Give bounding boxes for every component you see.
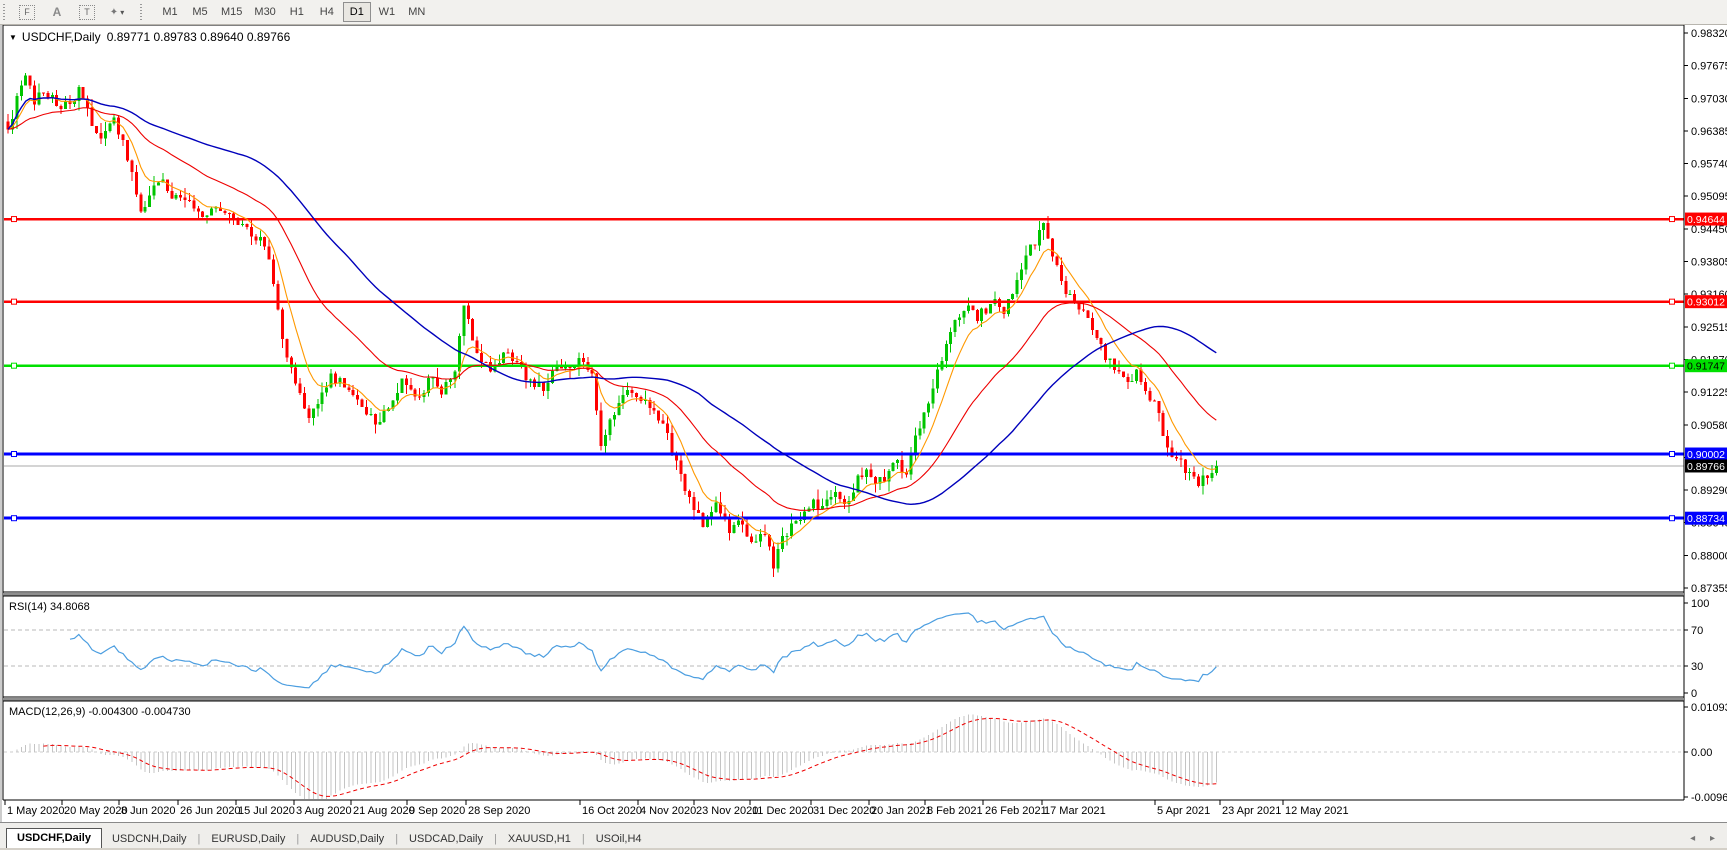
dropdown-caret-icon: ▾: [120, 8, 124, 17]
svg-text:23 Apr 2021: 23 Apr 2021: [1222, 805, 1281, 817]
svg-text:28 Sep 2020: 28 Sep 2020: [468, 805, 530, 817]
svg-text:0.91225: 0.91225: [1691, 387, 1727, 399]
symbol-tabs: USDCHF,DailyUSDCNH,Daily|EURUSD,Daily|AU…: [0, 828, 652, 849]
svg-text:17 Mar 2021: 17 Mar 2021: [1044, 805, 1106, 817]
toolbar-grip2-icon[interactable]: [140, 4, 145, 20]
svg-text:100: 100: [1691, 598, 1709, 610]
timeframe-button-m1[interactable]: M1: [156, 2, 184, 22]
svg-text:0.94644: 0.94644: [1687, 214, 1725, 226]
tab-usdchf-daily[interactable]: USDCHF,Daily: [6, 828, 102, 849]
ohlc-values: 0.89771 0.89783 0.89640 0.89766: [107, 30, 291, 44]
symbol-dropdown-icon[interactable]: ▼: [9, 33, 17, 42]
tab-audusd-daily[interactable]: AUDUSD,Daily: [300, 830, 394, 849]
timeframe-button-m30[interactable]: M30: [249, 2, 280, 22]
svg-text:12 May 2021: 12 May 2021: [1285, 805, 1349, 817]
svg-text:11 Dec 2020: 11 Dec 2020: [752, 805, 814, 817]
svg-text:0.97030: 0.97030: [1691, 93, 1727, 105]
svg-text:0.92515: 0.92515: [1691, 322, 1727, 334]
macd-label: MACD(12,26,9) -0.004300 -0.004730: [9, 706, 191, 718]
tab-eurusd-daily[interactable]: EURUSD,Daily: [201, 830, 295, 849]
tab-usdcad-daily[interactable]: USDCAD,Daily: [399, 830, 493, 849]
svg-text:0.010933: 0.010933: [1691, 702, 1727, 714]
svg-text:8 Feb 2021: 8 Feb 2021: [927, 805, 983, 817]
svg-text:0.93805: 0.93805: [1691, 257, 1727, 269]
timeframe-button-h4[interactable]: H4: [313, 2, 341, 22]
svg-text:0.90580: 0.90580: [1691, 420, 1727, 432]
svg-text:0.97675: 0.97675: [1691, 61, 1727, 73]
timeframe-button-m15[interactable]: M15: [216, 2, 247, 22]
svg-text:0.89290: 0.89290: [1691, 485, 1727, 497]
timeframe-button-m5[interactable]: M5: [186, 2, 214, 22]
chart-title[interactable]: ▼ USDCHF,Daily 0.89771 0.89783 0.89640 0.…: [9, 30, 290, 44]
tab-scroll: ◂ ▸: [1684, 833, 1721, 844]
svg-text:-0.009653: -0.009653: [1691, 792, 1727, 804]
svg-text:0.90002: 0.90002: [1687, 449, 1725, 461]
svg-text:0.89766: 0.89766: [1687, 461, 1725, 473]
symbol-label: USDCHF,Daily: [22, 30, 101, 44]
svg-text:0: 0: [1691, 688, 1697, 700]
svg-text:0.93012: 0.93012: [1687, 297, 1725, 309]
svg-text:0.87355: 0.87355: [1691, 583, 1727, 595]
font-a-icon[interactable]: A: [43, 2, 71, 22]
timeframe-button-d1[interactable]: D1: [343, 2, 371, 22]
svg-text:1 May 2020: 1 May 2020: [7, 805, 64, 817]
symbol-tabbar: USDCHF,DailyUSDCNH,Daily|EURUSD,Daily|AU…: [0, 822, 1727, 849]
mt4-window: 0.98320 0.97675 0.97030 0.96385 0.95740 0.950…: [0, 0, 1727, 850]
svg-text:15 Jul 2020: 15 Jul 2020: [238, 805, 295, 817]
main-toolbar: F A T ✦▾ M1M5M15M30H1H4D1W1MN: [0, 0, 1727, 25]
fibonacci-grid-icon[interactable]: F: [13, 2, 41, 22]
svg-text:0.96385: 0.96385: [1691, 126, 1727, 138]
svg-text:20 May 2020: 20 May 2020: [64, 805, 128, 817]
svg-text:20 Jan 2021: 20 Jan 2021: [871, 805, 932, 817]
arrow-style-icon[interactable]: ✦▾: [103, 2, 131, 22]
svg-text:0.88734: 0.88734: [1687, 513, 1725, 525]
timeframe-button-h1[interactable]: H1: [283, 2, 311, 22]
svg-text:16 Oct 2020: 16 Oct 2020: [582, 805, 642, 817]
svg-text:3 Aug 2020: 3 Aug 2020: [296, 805, 352, 817]
svg-text:26 Feb 2021: 26 Feb 2021: [985, 805, 1047, 817]
chart-canvas[interactable]: 0.98320 0.97675 0.97030 0.96385 0.95740 0.950…: [0, 0, 1727, 822]
svg-text:70: 70: [1691, 625, 1703, 637]
fibonacci-grid-glyph: F: [19, 5, 35, 20]
tab-usoil-h4[interactable]: USOil,H4: [586, 830, 652, 849]
svg-text:23 Nov 2020: 23 Nov 2020: [696, 805, 758, 817]
svg-text:5 Apr 2021: 5 Apr 2021: [1157, 805, 1210, 817]
svg-text:0.88000: 0.88000: [1691, 550, 1727, 562]
svg-text:21 Aug 2020: 21 Aug 2020: [353, 805, 415, 817]
svg-text:0.91747: 0.91747: [1687, 361, 1725, 373]
rsi-label: RSI(14) 34.8068: [9, 601, 90, 613]
svg-text:0.95095: 0.95095: [1691, 191, 1727, 203]
svg-text:30: 30: [1691, 661, 1703, 673]
timeframe-buttons: M1M5M15M30H1H4D1W1MN: [155, 2, 432, 22]
timeframe-button-mn[interactable]: MN: [403, 2, 431, 22]
svg-text:31 Dec 2020: 31 Dec 2020: [813, 805, 875, 817]
tab-usdcnh-daily[interactable]: USDCNH,Daily: [102, 830, 197, 849]
tab-scroll-left-icon[interactable]: ◂: [1684, 833, 1701, 844]
svg-text:9 Sep 2020: 9 Sep 2020: [409, 805, 465, 817]
svg-text:26 Jun 2020: 26 Jun 2020: [180, 805, 241, 817]
svg-text:0.98320: 0.98320: [1691, 28, 1727, 40]
toolbar-grip-icon[interactable]: [3, 4, 8, 20]
svg-text:0.95740: 0.95740: [1691, 159, 1727, 171]
tab-xauusd-h1[interactable]: XAUUSD,H1: [498, 830, 581, 849]
svg-text:4 Nov 2020: 4 Nov 2020: [640, 805, 696, 817]
text-label-icon[interactable]: T: [73, 2, 101, 22]
svg-text:8 Jun 2020: 8 Jun 2020: [121, 805, 175, 817]
svg-text:0.00: 0.00: [1691, 747, 1712, 759]
tab-scroll-right-icon[interactable]: ▸: [1704, 833, 1721, 844]
timeframe-button-w1[interactable]: W1: [373, 2, 401, 22]
